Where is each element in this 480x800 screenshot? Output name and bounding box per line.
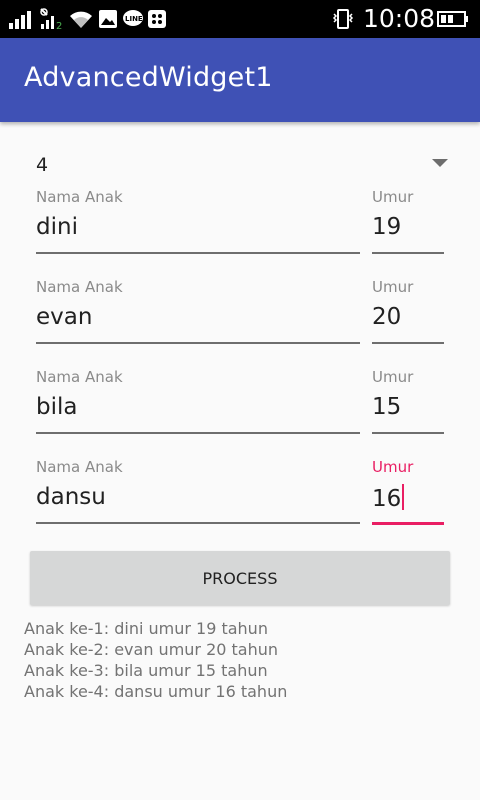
age-label: Umur: [372, 188, 414, 206]
age-input[interactable]: 20: [372, 304, 401, 330]
signal-2-icon: 2: [38, 0, 66, 38]
vibrate-icon: [330, 0, 356, 38]
name-label: Nama Anak: [36, 368, 123, 386]
spinner-value: 4: [36, 154, 49, 176]
age-underline: [372, 252, 444, 254]
name-underline: [36, 252, 360, 254]
age-label: Umur: [372, 368, 414, 386]
status-bar: 2 LINE 10:08: [0, 0, 480, 38]
age-underline: [372, 342, 444, 344]
result-line-3: Anak ke-3: bila umur 15 tahun: [24, 661, 268, 680]
image-icon: [97, 0, 119, 38]
child-row-3: Nama Anak bila Umur 15: [36, 368, 444, 458]
result-line-2: Anak ke-2: evan umur 20 tahun: [24, 640, 279, 659]
result-line-4: Anak ke-4: dansu umur 16 tahun: [24, 682, 288, 701]
name-input[interactable]: dansu: [36, 484, 106, 510]
result-line-1: Anak ke-1: dini umur 19 tahun: [24, 619, 268, 638]
age-label: Umur: [372, 278, 414, 296]
signal-icon: [8, 0, 34, 38]
age-input[interactable]: 19: [372, 214, 401, 240]
battery-icon: [436, 0, 470, 38]
wifi-icon: [68, 0, 94, 38]
age-underline: [372, 432, 444, 434]
age-input-focused[interactable]: 16: [372, 484, 405, 512]
name-input[interactable]: evan: [36, 304, 92, 330]
line-icon: LINE: [122, 0, 144, 38]
name-label: Nama Anak: [36, 188, 123, 206]
result-output: Anak ke-1: dini umur 19 tahun Anak ke-2:…: [24, 618, 287, 702]
app-title: AdvancedWidget1: [24, 62, 273, 93]
child-row-1: Nama Anak dini Umur 19: [36, 188, 444, 278]
svg-text:LINE: LINE: [125, 15, 143, 23]
dropdown-arrow-icon: [432, 159, 448, 167]
name-underline: [36, 342, 360, 344]
count-spinner[interactable]: 4: [36, 150, 450, 180]
age-label: Umur: [372, 458, 414, 476]
name-underline: [36, 432, 360, 434]
svg-text:2: 2: [56, 21, 62, 30]
app-bar: AdvancedWidget1: [0, 38, 480, 122]
child-row-4: Nama Anak dansu Umur 16: [36, 458, 444, 548]
name-input[interactable]: bila: [36, 394, 77, 420]
process-button[interactable]: PROCESS: [30, 551, 450, 605]
age-input[interactable]: 15: [372, 394, 401, 420]
status-time: 10:08: [363, 4, 436, 33]
name-label: Nama Anak: [36, 278, 123, 296]
name-input[interactable]: dini: [36, 214, 78, 240]
name-underline: [36, 522, 360, 524]
child-row-2: Nama Anak evan Umur 20: [36, 278, 444, 368]
age-underline: [372, 522, 444, 525]
text-cursor: [402, 484, 405, 510]
bbm-icon: [146, 0, 168, 38]
age-input-text: 16: [372, 486, 402, 512]
name-label: Nama Anak: [36, 458, 123, 476]
